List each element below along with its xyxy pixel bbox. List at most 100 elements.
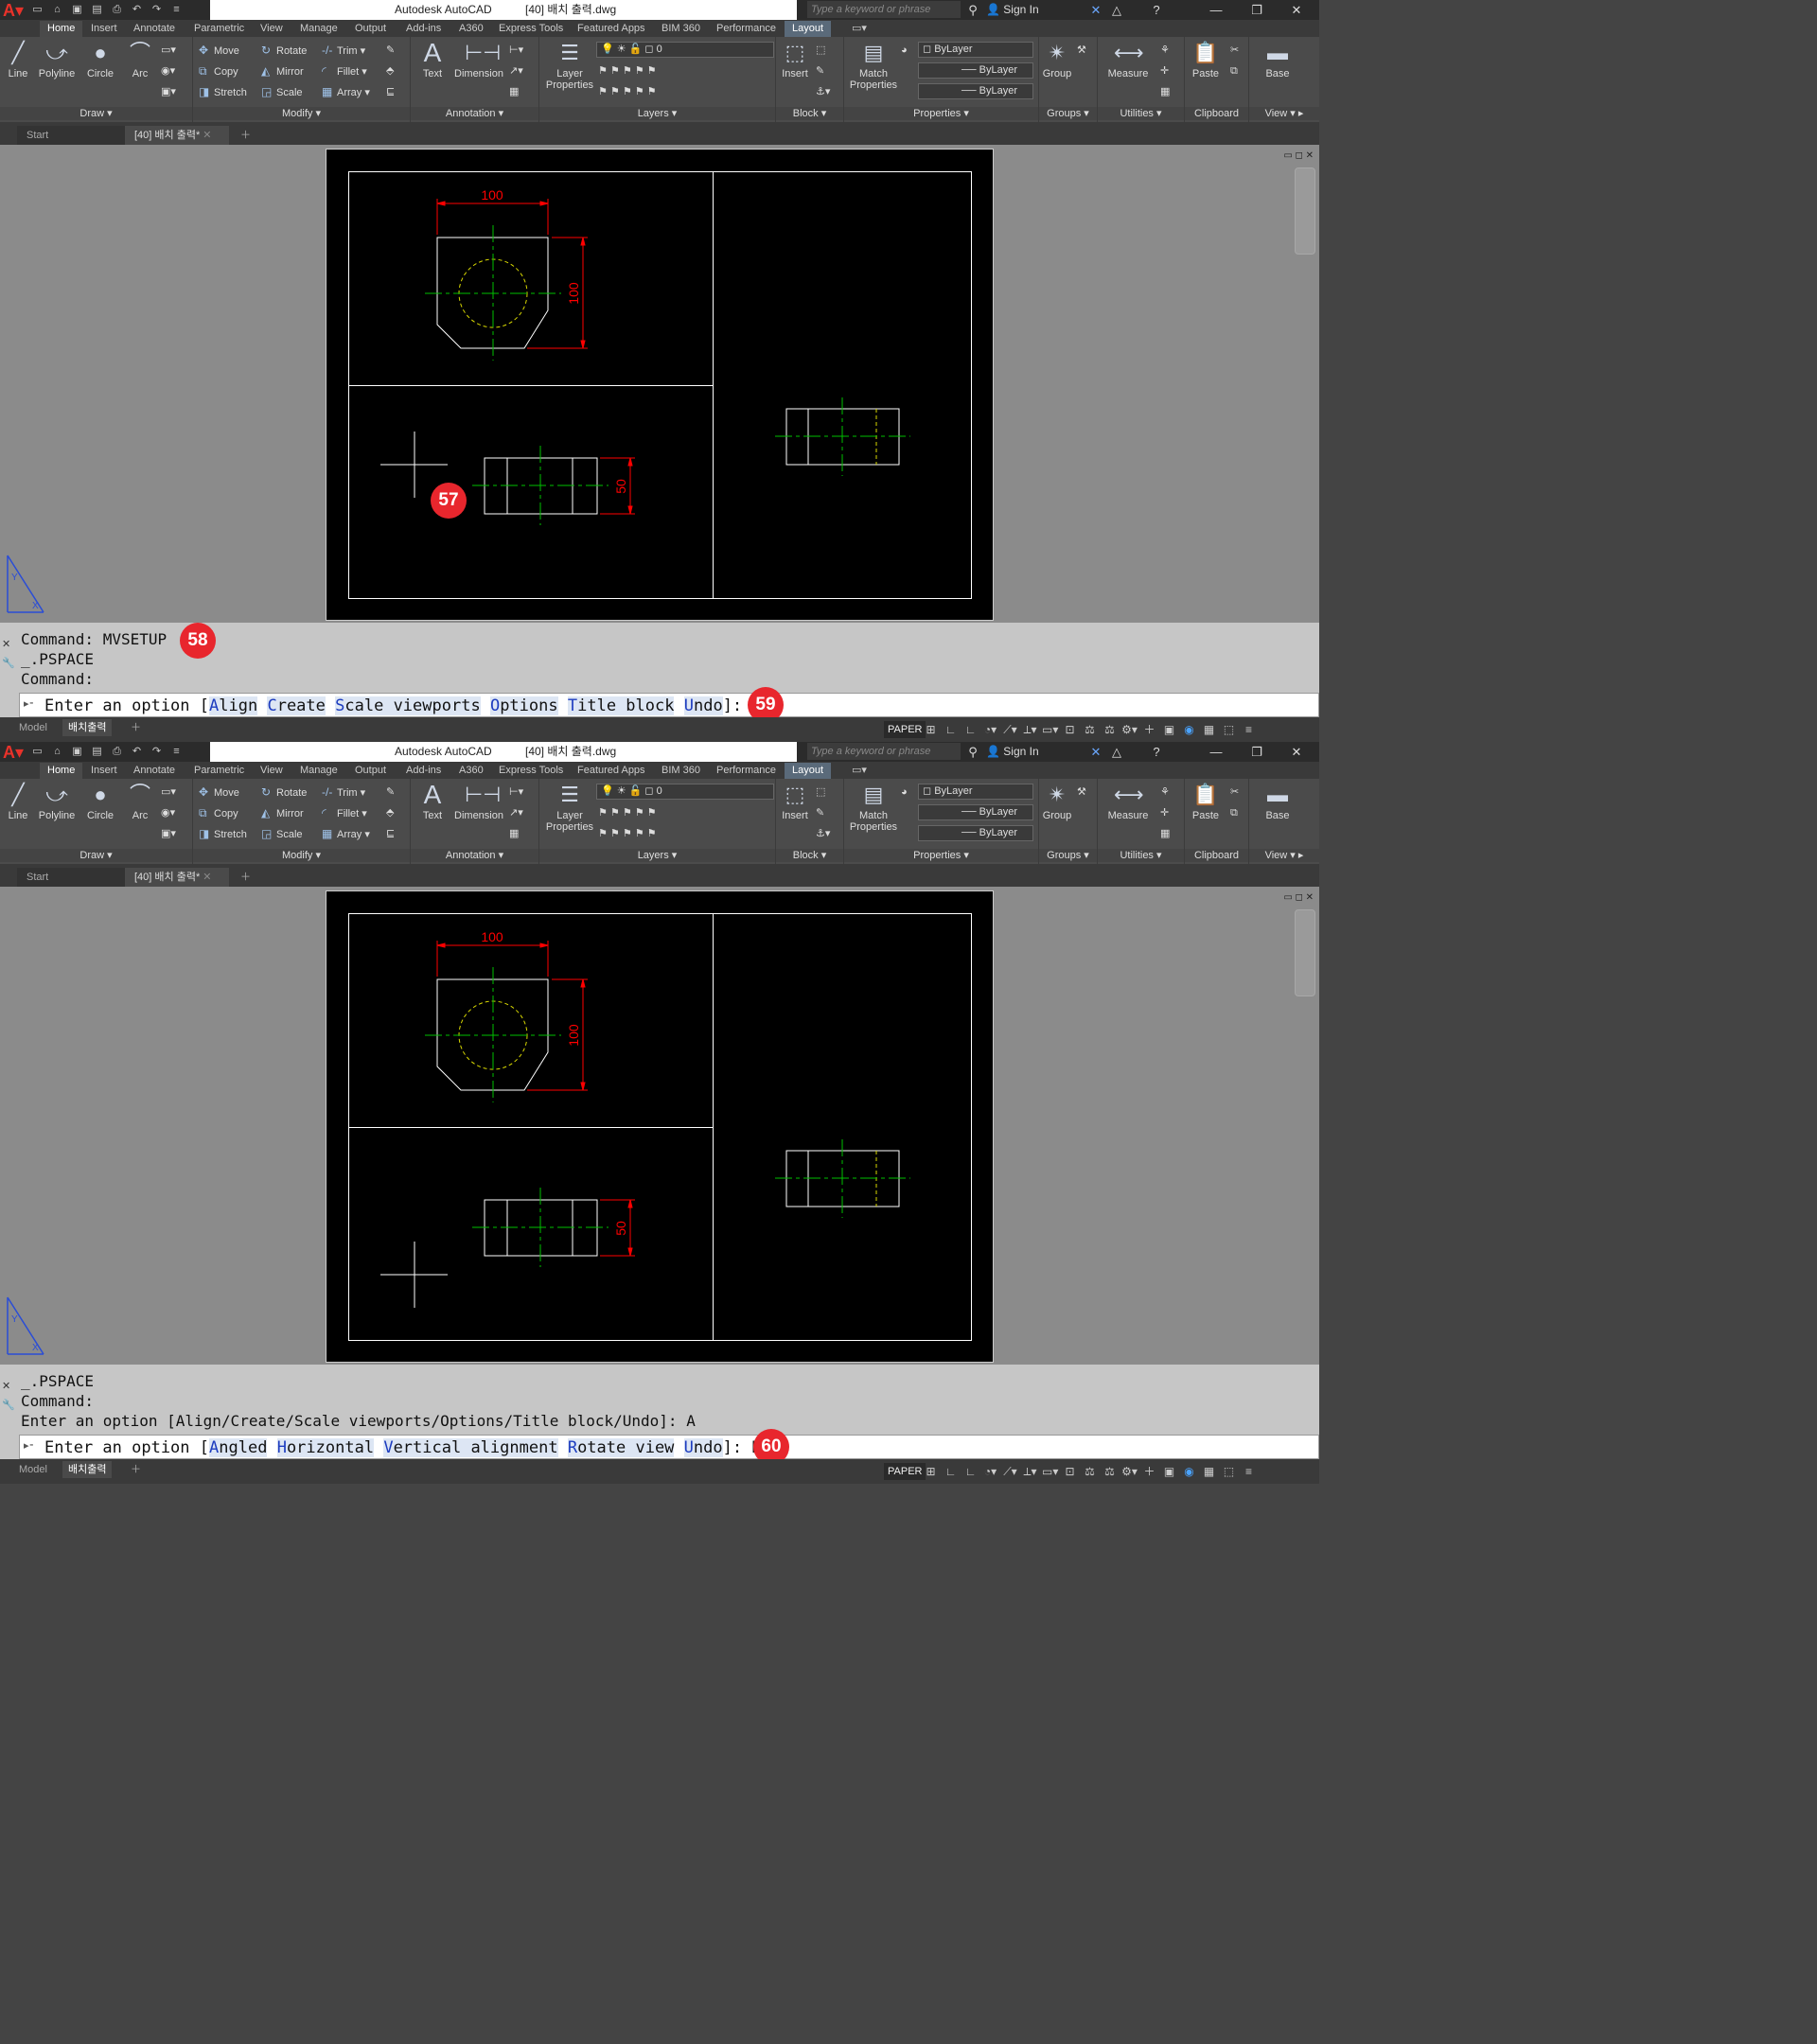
command-option[interactable]: Angled [209, 1438, 268, 1457]
group-button[interactable]: ✴ Group [1041, 40, 1073, 79]
sign-in-button[interactable]: 👤 Sign In [986, 3, 1039, 16]
layer-dropdown[interactable]: 💡 ☀ 🔓 ◻ 0 [596, 784, 774, 800]
stretch-button[interactable]: ◨ Stretch [199, 826, 247, 842]
transparency-icon[interactable]: ⊡ [1062, 721, 1078, 738]
move-button[interactable]: ✥ Move [199, 784, 239, 801]
line-button[interactable]: ╱ Line [4, 40, 32, 79]
groups-panel-title[interactable]: Groups ▾ [1039, 107, 1097, 120]
calculator-icon[interactable]: ▦ [1160, 84, 1170, 99]
a360-icon[interactable]: △ [1107, 742, 1126, 762]
command-option[interactable]: Rotate view [567, 1438, 675, 1457]
otrack-icon[interactable]: ⟂▾ [1022, 1463, 1038, 1480]
text-button[interactable]: A Text [418, 40, 447, 80]
cut-icon[interactable]: ✂ [1230, 784, 1239, 800]
annotation-scale-icon[interactable]: ⚖ [1082, 721, 1098, 738]
group-tools-icon[interactable]: ⚒ [1077, 784, 1086, 800]
calculator-icon[interactable]: ▦ [1160, 826, 1170, 841]
offset-icon[interactable]: ⊑ [386, 826, 395, 841]
new-tab-button[interactable]: ＋ [237, 868, 256, 887]
scale-button[interactable]: ◲ Scale [261, 84, 303, 100]
linetype-dropdown[interactable]: ── ByLayer [918, 62, 1033, 79]
ribbon-tab-annotate[interactable]: Annotate [133, 764, 175, 777]
lineweight-dropdown[interactable]: ── ByLayer [918, 83, 1033, 99]
help-icon[interactable]: ? [1147, 0, 1166, 20]
ribbon-tab-bim-360[interactable]: BIM 360 [662, 22, 700, 35]
snap-icon[interactable]: ∟ [943, 721, 959, 738]
hardware-accel-icon[interactable]: ◉ [1181, 721, 1197, 738]
customize-status-icon[interactable]: ≡ [1241, 721, 1257, 738]
copy-button[interactable]: ⧉ Copy [199, 805, 238, 821]
ribbon-tab-home[interactable]: Home [40, 763, 83, 779]
command-input[interactable]: ▸⁃ Enter an option [Angled Horizontal Ve… [19, 1435, 1319, 1459]
model-tab[interactable]: Model [13, 719, 53, 736]
hardware-accel-icon[interactable]: ◉ [1181, 1463, 1197, 1480]
ribbon-tab-view[interactable]: View [260, 22, 283, 35]
transparency-icon[interactable]: ⊡ [1062, 1463, 1078, 1480]
attribute-icon[interactable]: ⚓▾ [816, 826, 830, 841]
utilities-panel-title[interactable]: Utilities ▾ [1098, 849, 1184, 862]
hatch-icon[interactable]: ◉▾ [161, 805, 175, 820]
command-option[interactable]: Align [209, 696, 258, 715]
stretch-button[interactable]: ◨ Stretch [199, 84, 247, 100]
paste-button[interactable]: 📋 Paste [1191, 782, 1221, 821]
move-button[interactable]: ✥ Move [199, 43, 239, 59]
ribbon-tab-output[interactable]: Output [355, 764, 386, 777]
new-icon[interactable]: ▭ [30, 745, 44, 758]
ribbon-tab-add-ins[interactable]: Add-ins [406, 22, 441, 35]
new-icon[interactable]: ▭ [30, 3, 44, 16]
group-button[interactable]: ✴ Group [1041, 782, 1073, 821]
plot-icon[interactable]: ⎙ [110, 3, 124, 16]
customize-command-icon[interactable]: 🔧 [2, 1399, 15, 1411]
match-properties-button[interactable]: ▤ Match Properties [848, 782, 899, 833]
osnap-icon[interactable]: ⟋▾ [1002, 721, 1018, 738]
modify-panel-title[interactable]: Modify ▾ [193, 107, 410, 120]
rectangle-icon[interactable]: ▭▾ [161, 784, 176, 800]
viewport-controls[interactable]: ▭ ◻ ✕ [1283, 892, 1314, 903]
layers-panel-title[interactable]: Layers ▾ [539, 849, 775, 862]
copy-button[interactable]: ⧉ Copy [199, 63, 238, 79]
offset-icon[interactable]: ⊑ [386, 84, 395, 99]
point-icon[interactable]: ✛ [1160, 63, 1169, 79]
command-input[interactable]: ▸⁃ Enter an option [Align Create Scale v… [19, 693, 1319, 717]
plus-icon[interactable]: ＋ [1141, 721, 1157, 738]
region-icon[interactable]: ▣▾ [161, 84, 176, 99]
measure-button[interactable]: ⟷ Measure [1103, 40, 1153, 79]
autocad-logo-icon[interactable]: A▾ [2, 743, 25, 762]
close-command-icon[interactable]: ✕ [2, 638, 10, 650]
annotation-scale-icon[interactable]: ⚖ [1082, 1463, 1098, 1480]
ribbon-tab-featured-apps[interactable]: Featured Apps [577, 764, 645, 777]
new-tab-button[interactable]: ＋ [237, 126, 256, 145]
ribbon-options-icon[interactable]: ▭▾ [852, 764, 867, 777]
attribute-icon[interactable]: ⚓▾ [816, 84, 830, 99]
linear-dim-icon[interactable]: ⊢▾ [509, 43, 523, 58]
restore-icon[interactable]: ❐ [1247, 742, 1266, 762]
rotate-button[interactable]: ↻ Rotate [261, 784, 307, 801]
layer-properties-button[interactable]: ☰ Layer Properties [543, 782, 596, 833]
ortho-icon[interactable]: ∟ [962, 721, 979, 738]
view-panel-title[interactable]: View ▾ ▸ [1249, 107, 1319, 120]
ribbon-tab-manage[interactable]: Manage [300, 22, 338, 35]
document-tab[interactable]: [40] 배치 출력* ✕ [125, 868, 229, 887]
ribbon-tab-featured-apps[interactable]: Featured Apps [577, 22, 645, 35]
explode-icon[interactable]: ⬘ [386, 805, 394, 820]
color-dropdown[interactable]: ◻ ByLayer [918, 42, 1033, 58]
minimize-icon[interactable]: — [1207, 742, 1226, 762]
edit-block-icon[interactable]: ✎ [816, 63, 824, 79]
base-button[interactable]: ▬ Base [1262, 40, 1293, 79]
copy-clip-icon[interactable]: ⧉ [1230, 63, 1238, 79]
group-tools-icon[interactable]: ⚒ [1077, 43, 1086, 58]
ribbon-tab-express-tools[interactable]: Express Tools [499, 22, 563, 35]
start-tab[interactable]: Start [17, 126, 125, 145]
rotate-button[interactable]: ↻ Rotate [261, 43, 307, 59]
add-layout-button[interactable]: ＋ [125, 719, 147, 736]
command-option[interactable]: Scale viewports [335, 696, 481, 715]
ribbon-tab-output[interactable]: Output [355, 22, 386, 35]
paper-space-button[interactable]: PAPER [884, 721, 926, 738]
annotation-panel-title[interactable]: Annotation ▾ [411, 107, 538, 120]
command-option[interactable]: Undo [683, 1438, 723, 1457]
open-icon[interactable]: ⌂ [50, 3, 64, 16]
workspace-icon[interactable]: ⚙▾ [1121, 721, 1138, 738]
block-panel-title[interactable]: Block ▾ [776, 107, 843, 120]
clipboard-panel-title[interactable]: Clipboard [1185, 107, 1248, 120]
lineweight-icon[interactable]: ▭▾ [1042, 1463, 1058, 1480]
